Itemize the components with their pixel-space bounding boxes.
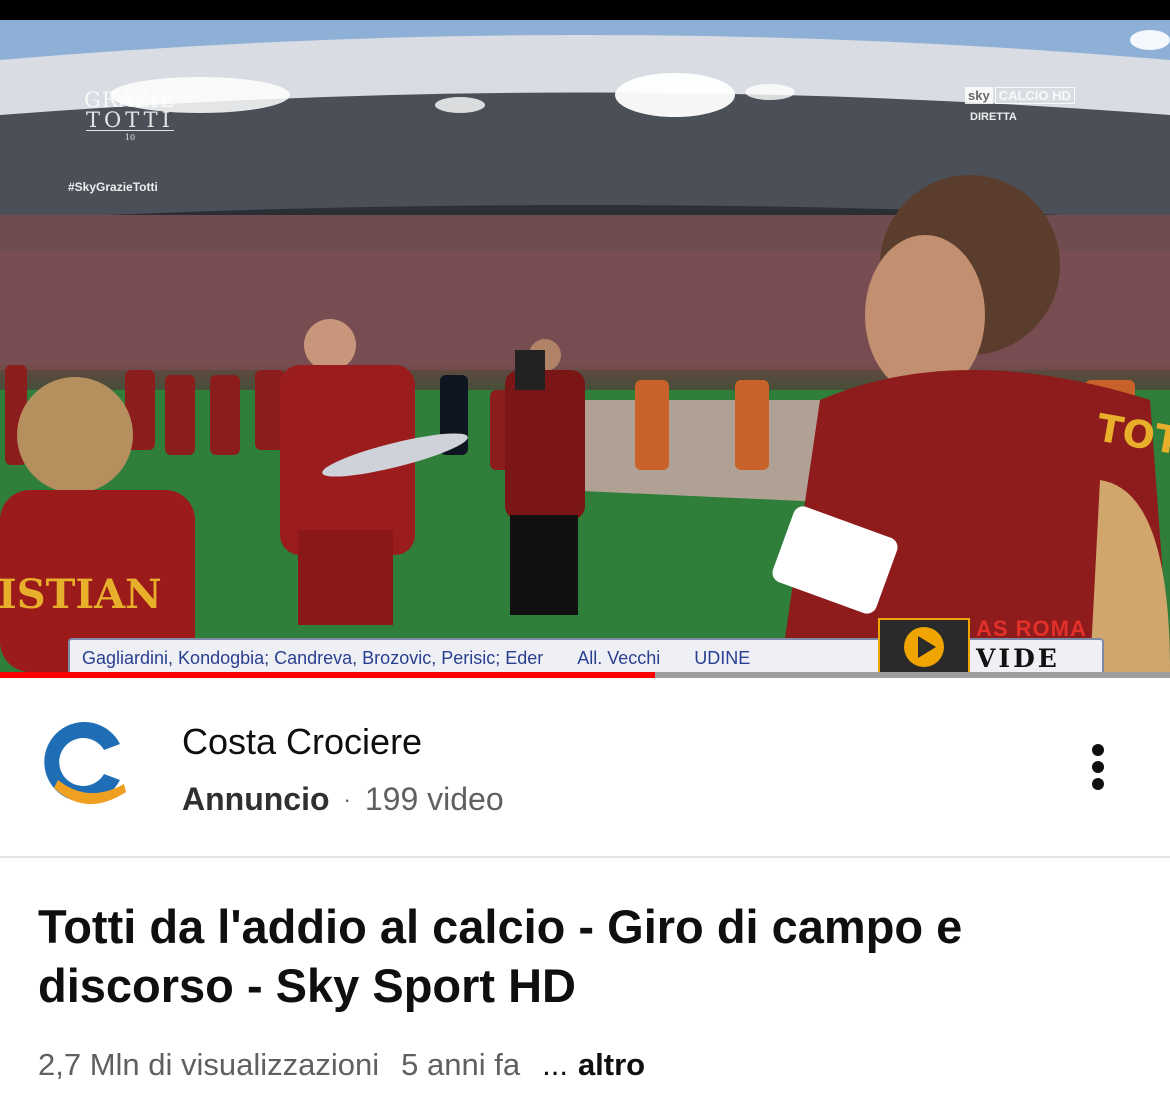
video-player[interactable]: TOTTI ISTIAN GRAZIE TOTTI 10 #SkyGrazieT… xyxy=(0,20,1170,672)
channel-name[interactable]: Costa Crociere xyxy=(182,721,422,763)
live-label: DIRETTA xyxy=(970,111,1017,123)
sky-calcio-logo: sky CALCIO HD xyxy=(965,87,1075,104)
video-title[interactable]: Totti da l'addio al calcio - Giro di cam… xyxy=(38,897,1138,1015)
channel-avatar[interactable] xyxy=(40,722,132,814)
meta-separator: · xyxy=(343,786,351,812)
ellipsis: ... xyxy=(542,1047,568,1082)
ticker-lineup: Gagliardini, Kondogbia; Candreva, Brozov… xyxy=(82,647,544,668)
ad-badge: Annuncio xyxy=(182,781,330,817)
show-more-link[interactable]: altro xyxy=(578,1047,645,1083)
grazie-totti-logo: GRAZIE TOTTI 10 xyxy=(84,88,176,143)
play-icon xyxy=(878,618,970,672)
more-options-button[interactable] xyxy=(1072,740,1124,830)
overlay-hashtag: #SkyGrazieTotti xyxy=(68,180,158,194)
jersey-name-left: ISTIAN xyxy=(0,571,162,618)
costa-logo-icon xyxy=(44,722,126,805)
ticker-coach: All. Vecchi xyxy=(577,647,661,668)
video-meta[interactable]: 2,7 Mln di visualizzazioni 5 anni fa ...… xyxy=(38,1047,645,1083)
more-vert-icon xyxy=(1092,744,1104,790)
video-count: 199 video xyxy=(364,781,504,817)
channel-row[interactable]: Costa Crociere Annuncio · 199 video xyxy=(0,678,1170,858)
channel-meta: Annuncio · 199 video xyxy=(182,781,504,818)
ticker-team: UDINE xyxy=(694,647,751,668)
section-divider xyxy=(0,856,1170,858)
top-status-bar xyxy=(0,0,1170,20)
upload-age: 5 anni fa xyxy=(401,1047,521,1082)
as-roma-video-watermark: AS ROMA VIDE xyxy=(876,616,1138,672)
view-count: 2,7 Mln di visualizzazioni xyxy=(38,1047,380,1082)
